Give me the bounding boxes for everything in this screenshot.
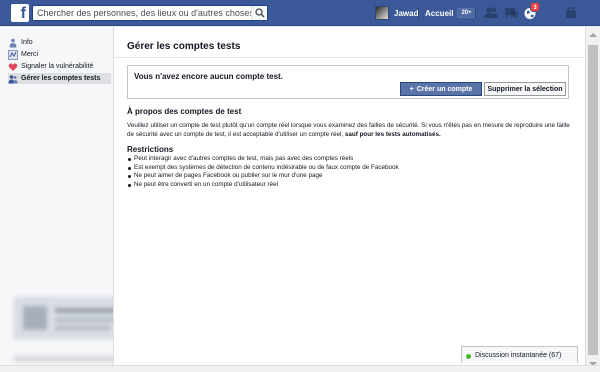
vertical-scrollbar[interactable]	[585, 27, 600, 372]
main-content: Gérer les comptes tests Vous n'avez enco…	[113, 27, 586, 372]
thanks-icon	[8, 49, 18, 60]
page-title: Gérer les comptes tests	[127, 41, 241, 52]
top-navigation-bar: f Jawad Accueil 20+ 3	[0, 0, 600, 26]
search-input[interactable]	[33, 6, 251, 20]
search-box[interactable]	[32, 5, 268, 21]
home-label: Accueil	[425, 8, 454, 18]
horizontal-scrollbar[interactable]	[0, 365, 600, 372]
avatar	[375, 6, 389, 20]
list-item: Ne peut être converti en un compte d'uti…	[127, 181, 567, 190]
about-text: Veuillez utiliser un compte de test plut…	[127, 121, 577, 139]
friend-requests-icon[interactable]	[483, 6, 499, 20]
sidebar-item-label: Merci	[21, 51, 39, 58]
list-item: Ne peut aimer de pages Facebook ou publi…	[127, 172, 567, 181]
test-accounts-icon	[8, 74, 18, 83]
about-text-bold: sauf pour les tests automatisés.	[344, 131, 441, 138]
plus-icon: +	[409, 85, 414, 93]
create-account-label: Créer un compte	[416, 85, 473, 93]
facebook-logo[interactable]: f	[11, 4, 29, 22]
info-icon	[9, 38, 17, 47]
sidebar-item-test-accounts[interactable]: Gérer les comptes tests	[8, 73, 111, 84]
search-icon	[255, 8, 265, 18]
sidebar-item-thanks[interactable]: Merci	[8, 49, 108, 60]
sidebar-item-label: Gérer les comptes tests	[21, 75, 101, 82]
home-link[interactable]: Accueil 20+	[425, 5, 476, 21]
scroll-up-arrow-icon[interactable]	[589, 33, 597, 37]
sidebar-item-info[interactable]: Info	[8, 37, 108, 48]
report-vulnerability-icon	[8, 62, 18, 71]
list-item: Est exempt des systèmes de détection de …	[127, 164, 567, 173]
divider	[418, 7, 419, 19]
create-account-button[interactable]: + Créer un compte	[400, 82, 482, 96]
divider	[114, 57, 586, 58]
home-count-badge: 20+	[457, 8, 476, 18]
online-status-icon	[466, 354, 471, 359]
list-item: Peut interagir avec d'autres comptes de …	[127, 155, 567, 164]
restrictions-heading: Restrictions	[127, 145, 174, 154]
scroll-thumb[interactable]	[588, 45, 598, 355]
search-button[interactable]	[251, 6, 267, 20]
about-heading: À propos des comptes de test	[127, 107, 242, 116]
messages-icon[interactable]	[503, 6, 519, 20]
chat-tab[interactable]: Discussion instantanée (67)	[461, 346, 578, 363]
sidebar: Info Merci Signaler la vulnérabilité Gér…	[0, 27, 164, 372]
settings-lock-icon[interactable]	[563, 6, 579, 20]
user-name: Jawad	[394, 8, 419, 18]
sidebar-item-report-vulnerability[interactable]: Signaler la vulnérabilité	[8, 61, 108, 72]
chat-label: Discussion instantanée (67)	[475, 351, 562, 359]
test-accounts-box: Vous n'avez encore aucun compte test. + …	[127, 65, 569, 99]
empty-state-message: Vous n'avez encore aucun compte test.	[134, 72, 283, 81]
notifications-count-badge: 3	[530, 2, 540, 12]
sidebar-item-label: Info	[21, 39, 33, 46]
sidebar-item-label: Signaler la vulnérabilité	[21, 63, 94, 70]
profile-link[interactable]: Jawad	[375, 5, 418, 21]
delete-selection-button[interactable]: Supprimer la sélection	[484, 82, 566, 96]
divider	[475, 7, 476, 19]
restrictions-list: Peut interagir avec d'autres comptes de …	[127, 155, 567, 189]
